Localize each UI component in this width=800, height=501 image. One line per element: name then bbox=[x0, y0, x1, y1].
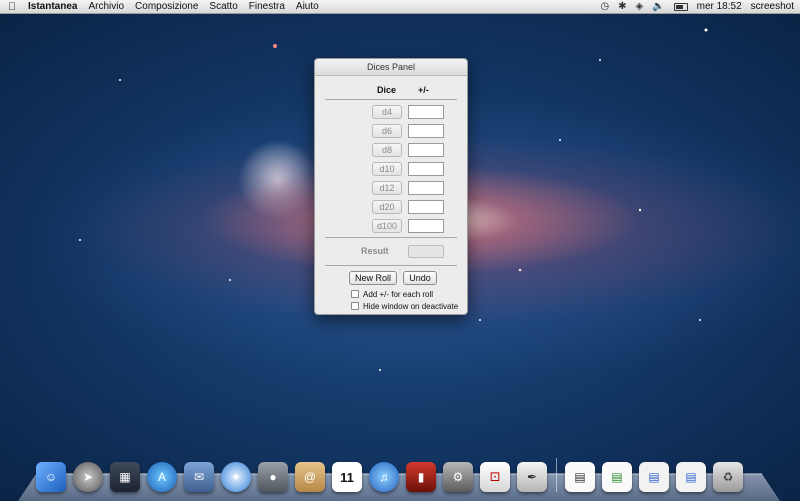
add-modifier-option[interactable]: Add +/- for each roll bbox=[351, 289, 433, 299]
hide-window-label: Hide window on deactivate bbox=[363, 301, 459, 311]
actions-divider bbox=[325, 265, 457, 266]
preview-app-icon[interactable]: ✒ bbox=[517, 462, 547, 492]
dice-row-d4: d4 bbox=[315, 105, 467, 119]
modifier-input-d8[interactable] bbox=[408, 143, 444, 157]
menu-archivio[interactable]: Archivio bbox=[88, 1, 124, 12]
modifier-input-d10[interactable] bbox=[408, 162, 444, 176]
undo-button[interactable]: Undo bbox=[403, 271, 437, 285]
menu-scatto[interactable]: Scatto bbox=[209, 1, 237, 12]
dice-row-d20: d20 bbox=[315, 200, 467, 214]
time-machine-icon[interactable]: ◷ bbox=[600, 1, 609, 12]
add-modifier-checkbox[interactable] bbox=[351, 290, 359, 298]
dice-button-d20[interactable]: d20 bbox=[372, 200, 402, 214]
hide-window-checkbox[interactable] bbox=[351, 302, 359, 310]
dice-button-d8[interactable]: d8 bbox=[372, 143, 402, 157]
mail-stamp-icon[interactable]: ✉ bbox=[184, 462, 214, 492]
menu-aiuto[interactable]: Aiuto bbox=[296, 1, 319, 12]
dice-button-d10[interactable]: d10 bbox=[372, 162, 402, 176]
app-store-icon[interactable]: A bbox=[147, 462, 177, 492]
dice-button-d6[interactable]: d6 bbox=[372, 124, 402, 138]
dice-row-d12: d12 bbox=[315, 181, 467, 195]
result-row: Result bbox=[315, 245, 467, 259]
dice-button-d12[interactable]: d12 bbox=[372, 181, 402, 195]
downloads-stack-icon[interactable]: ▤ bbox=[639, 462, 669, 492]
dice-row-d6: d6 bbox=[315, 124, 467, 138]
dices-panel-window: Dices Panel Dice +/- d4 d6 d8 d10 d12 d2… bbox=[314, 58, 468, 315]
menu-composizione[interactable]: Composizione bbox=[135, 1, 198, 12]
system-preferences-icon[interactable]: ⚙ bbox=[443, 462, 473, 492]
add-modifier-label: Add +/- for each roll bbox=[363, 289, 434, 299]
status-area: ◷ ✱ ◈ 🔈 mer 18:52 screeshot bbox=[600, 1, 794, 12]
menu-clock[interactable]: mer 18:52 bbox=[697, 1, 742, 12]
dice-row-d8: d8 bbox=[315, 143, 467, 157]
bluetooth-icon[interactable]: ✱ bbox=[618, 1, 626, 12]
menu-finestra[interactable]: Finestra bbox=[249, 1, 285, 12]
menu-app-name[interactable]: Istantanea bbox=[28, 1, 77, 12]
calendar-icon[interactable]: 11 bbox=[332, 462, 362, 492]
apple-menu-icon[interactable]:  bbox=[6, 1, 18, 13]
document-green-icon[interactable]: ▤ bbox=[602, 462, 632, 492]
panel-column-headers: Dice +/- bbox=[315, 85, 467, 97]
itunes-icon[interactable]: ♫ bbox=[369, 462, 399, 492]
dice-row-d100: d100 bbox=[315, 219, 467, 233]
documents-stack-icon[interactable]: ▤ bbox=[676, 462, 706, 492]
hide-window-option[interactable]: Hide window on deactivate bbox=[351, 301, 458, 311]
modifier-input-d4[interactable] bbox=[408, 105, 444, 119]
result-divider bbox=[325, 237, 457, 238]
dock-separator bbox=[556, 458, 557, 492]
new-roll-button[interactable]: New Roll bbox=[349, 271, 397, 285]
trash-icon[interactable]: ♻ bbox=[713, 462, 743, 492]
modifier-input-d12[interactable] bbox=[408, 181, 444, 195]
panel-title[interactable]: Dices Panel bbox=[315, 59, 467, 76]
dice-row-d10: d10 bbox=[315, 162, 467, 176]
result-field bbox=[408, 245, 444, 258]
modifier-input-d100[interactable] bbox=[408, 219, 444, 233]
calendar-day: 11 bbox=[340, 469, 354, 485]
finder-icon[interactable]: ☺ bbox=[36, 462, 66, 492]
volume-icon[interactable]: 🔈 bbox=[652, 1, 664, 12]
battery-icon[interactable] bbox=[673, 2, 688, 11]
address-book-icon[interactable]: @ bbox=[295, 462, 325, 492]
wifi-icon[interactable]: ◈ bbox=[635, 1, 643, 12]
photo-booth-icon[interactable]: ▮ bbox=[406, 462, 436, 492]
modifier-input-d20[interactable] bbox=[408, 200, 444, 214]
menu-user[interactable]: screeshot bbox=[751, 1, 794, 12]
dice-button-d4[interactable]: d4 bbox=[372, 105, 402, 119]
header-dice: Dice bbox=[377, 85, 397, 95]
launchpad-icon[interactable]: ➤ bbox=[73, 462, 103, 492]
menu-bar:  Istantanea Archivio Composizione Scatt… bbox=[0, 0, 800, 14]
modifier-input-d6[interactable] bbox=[408, 124, 444, 138]
safari-icon[interactable]: ✦ bbox=[221, 462, 251, 492]
dock: ☺ ➤ ▦ A ✉ ✦ ● @ 11 ♫ ▮ ⚙ ⚀ ✒ ▤ ▤ ▤ ▤ ♻ bbox=[36, 452, 776, 492]
result-label: Result bbox=[361, 246, 389, 256]
header-divider bbox=[325, 99, 457, 100]
facetime-icon[interactable]: ● bbox=[258, 462, 288, 492]
mission-control-icon[interactable]: ▦ bbox=[110, 462, 140, 492]
document-icon[interactable]: ▤ bbox=[565, 462, 595, 492]
header-modifier: +/- bbox=[418, 85, 429, 95]
dice-app-icon[interactable]: ⚀ bbox=[480, 462, 510, 492]
dice-button-d100[interactable]: d100 bbox=[372, 219, 402, 233]
